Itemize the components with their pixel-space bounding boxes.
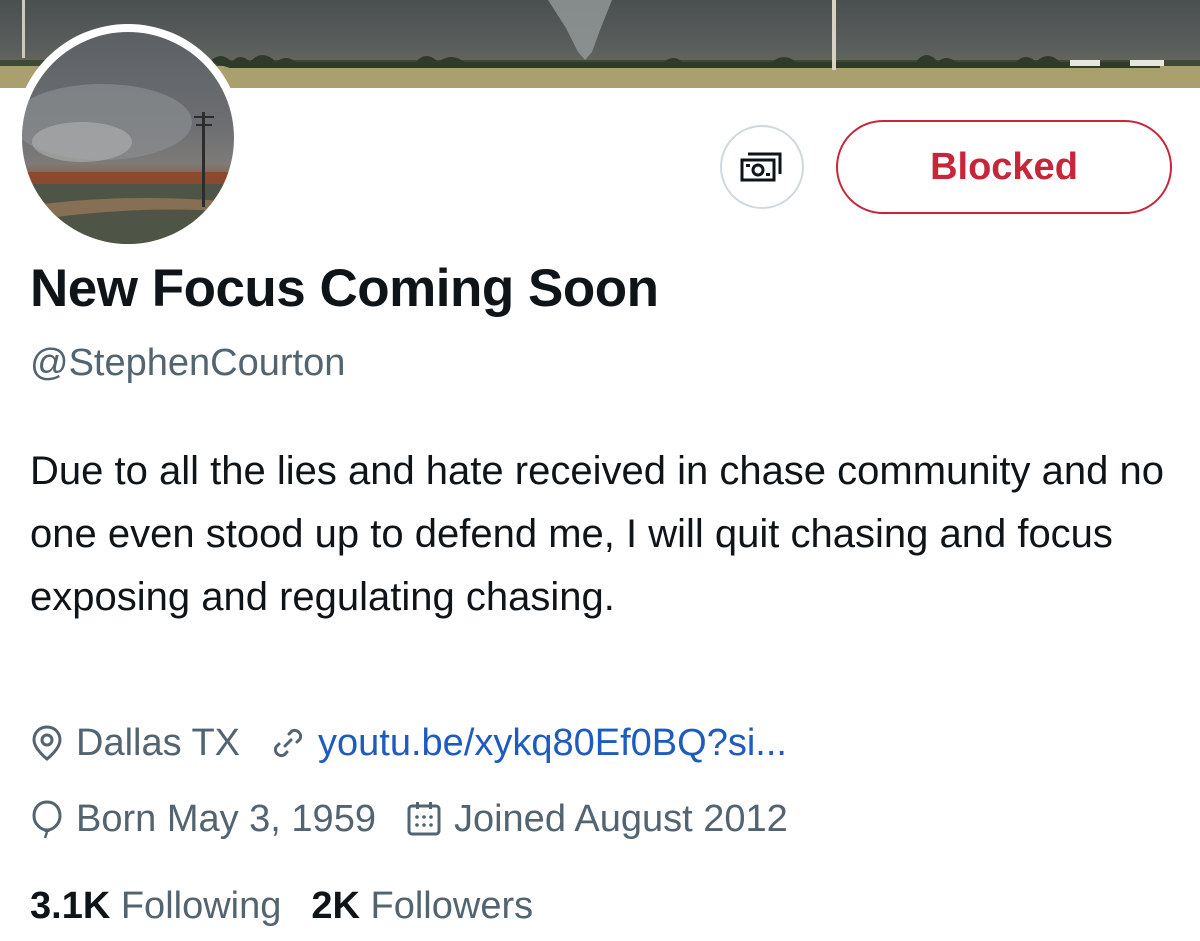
tip-button[interactable] — [720, 125, 804, 209]
birthday-text: Born May 3, 1959 — [76, 797, 376, 840]
profile-avatar[interactable] — [14, 24, 242, 252]
location-text: Dallas TX — [76, 721, 241, 764]
display-name: New Focus Coming Soon — [30, 259, 659, 318]
joined-item: Joined August 2012 — [406, 798, 788, 841]
website-link[interactable]: youtu.be/xykq80Ef0BQ?si... — [318, 722, 787, 765]
birthday-item: Born May 3, 1959 — [30, 798, 376, 841]
joined-text: Joined August 2012 — [453, 797, 788, 840]
website-item[interactable]: youtu.be/xykq80Ef0BQ?si... — [270, 722, 787, 765]
followers-stat[interactable]: 2K Followers — [311, 885, 533, 928]
avatar-image — [22, 32, 234, 244]
location-pin-icon — [32, 725, 62, 761]
profile-bio: Due to all the lies and hate received in… — [30, 449, 1165, 619]
following-stat[interactable]: 3.1K Following — [30, 885, 281, 928]
following-count: 3.1K — [30, 884, 111, 927]
blocked-button-label: Blocked — [930, 145, 1078, 188]
balloon-icon — [32, 800, 62, 839]
user-handle: @StephenCourton — [30, 342, 346, 384]
location-item: Dallas TX — [30, 722, 240, 765]
calendar-icon — [407, 802, 441, 836]
followers-count: 2K — [311, 884, 360, 927]
profile-stats: 3.1K Following 2K Followers — [30, 880, 563, 932]
profile-meta-row-2: Born May 3, 1959 Joined August 2012 — [30, 794, 818, 844]
money-icon — [740, 152, 782, 182]
link-icon — [274, 728, 303, 758]
profile-meta-row-1: Dallas TX youtu.be/xykq80Ef0BQ?si... — [30, 718, 817, 768]
blocked-button[interactable]: Blocked — [836, 120, 1172, 214]
followers-label: Followers — [370, 884, 534, 927]
following-label: Following — [120, 884, 282, 927]
